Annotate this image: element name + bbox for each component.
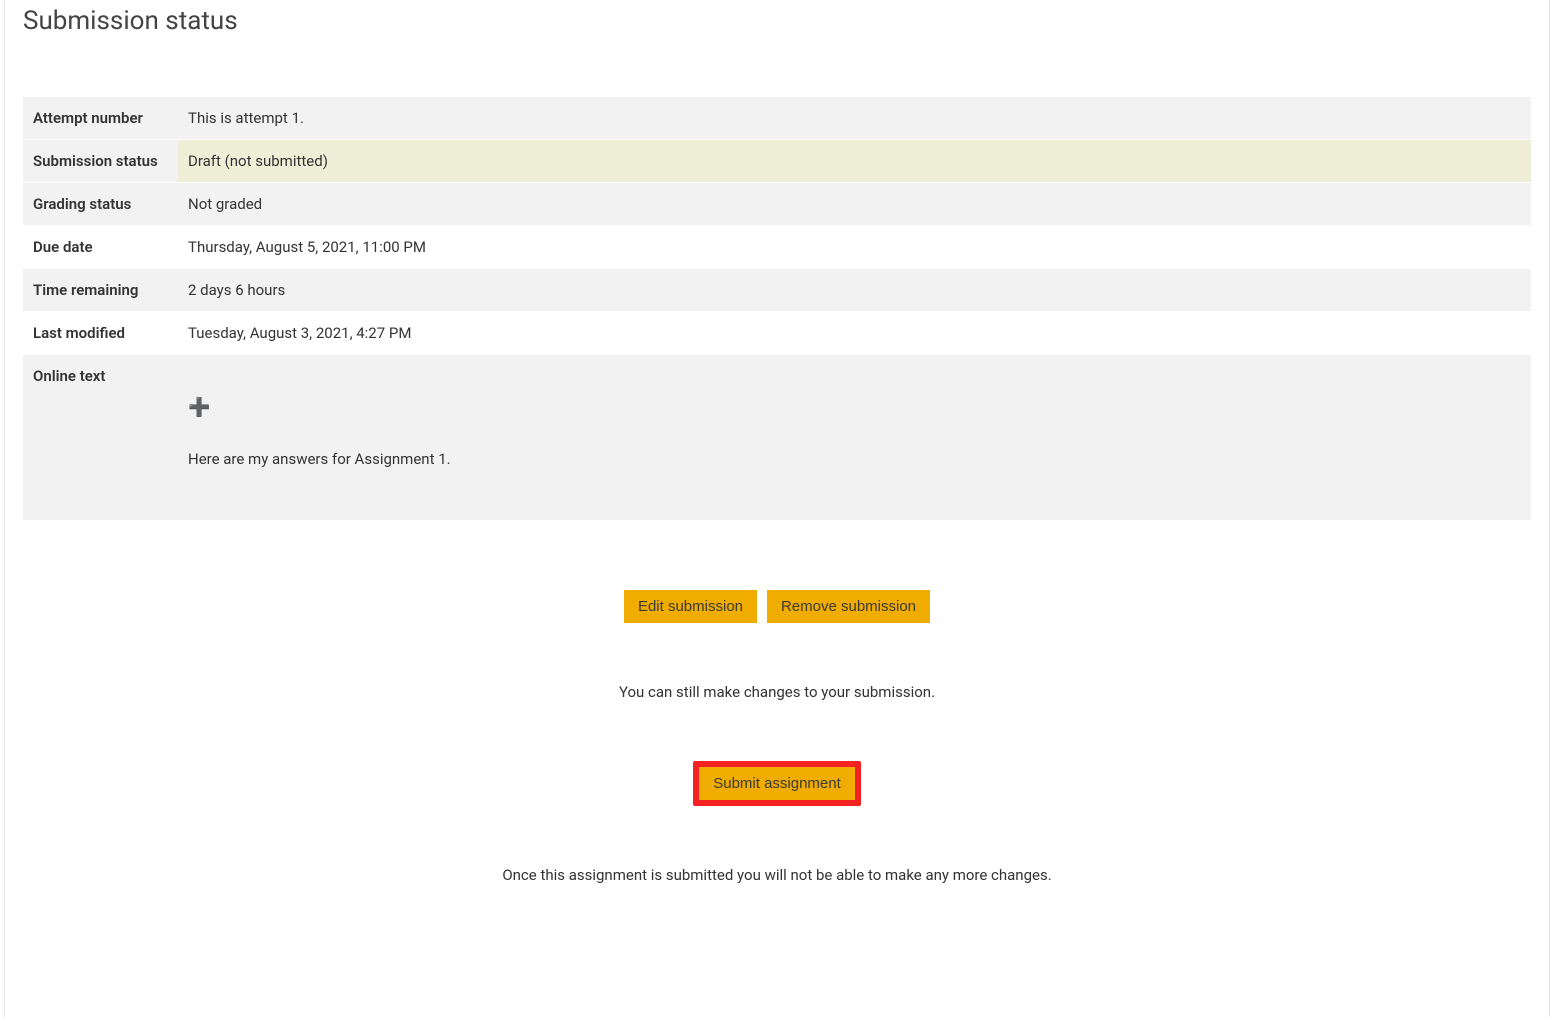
last-modified-label: Last modified bbox=[23, 312, 178, 355]
due-date-label: Due date bbox=[23, 226, 178, 269]
remove-submission-button[interactable]: Remove submission bbox=[767, 590, 930, 623]
can-change-note: You can still make changes to your submi… bbox=[23, 683, 1531, 701]
attempt-number-label: Attempt number bbox=[23, 97, 178, 140]
page-title: Submission status bbox=[23, 0, 1531, 36]
edit-actions: Edit submission Remove submission bbox=[23, 590, 1531, 623]
grading-status-value: Not graded bbox=[178, 183, 1531, 226]
attempt-number-value: This is attempt 1. bbox=[178, 97, 1531, 140]
online-text-content: Here are my answers for Assignment 1. bbox=[188, 450, 1521, 468]
submit-assignment-button[interactable]: Submit assignment bbox=[699, 767, 855, 800]
submit-highlight: Submit assignment bbox=[693, 761, 861, 806]
submission-page: Submission status Attempt number This is… bbox=[4, 0, 1550, 1017]
final-warning-note: Once this assignment is submitted you wi… bbox=[23, 866, 1531, 884]
submission-status-value: Draft (not submitted) bbox=[178, 140, 1531, 183]
last-modified-value: Tuesday, August 3, 2021, 4:27 PM bbox=[178, 312, 1531, 355]
due-date-value: Thursday, August 5, 2021, 11:00 PM bbox=[178, 226, 1531, 269]
submission-status-label: Submission status bbox=[23, 140, 178, 183]
time-remaining-value: 2 days 6 hours bbox=[178, 269, 1531, 312]
grading-status-label: Grading status bbox=[23, 183, 178, 226]
edit-submission-button[interactable]: Edit submission bbox=[624, 590, 757, 623]
submission-status-table: Attempt number This is attempt 1. Submis… bbox=[23, 96, 1531, 520]
time-remaining-label: Time remaining bbox=[23, 269, 178, 312]
plus-icon[interactable]: ➕ bbox=[188, 397, 210, 418]
online-text-label: Online text bbox=[23, 355, 178, 521]
online-text-cell: ➕ Here are my answers for Assignment 1. bbox=[178, 355, 1531, 521]
submit-actions: Submit assignment bbox=[23, 761, 1531, 806]
